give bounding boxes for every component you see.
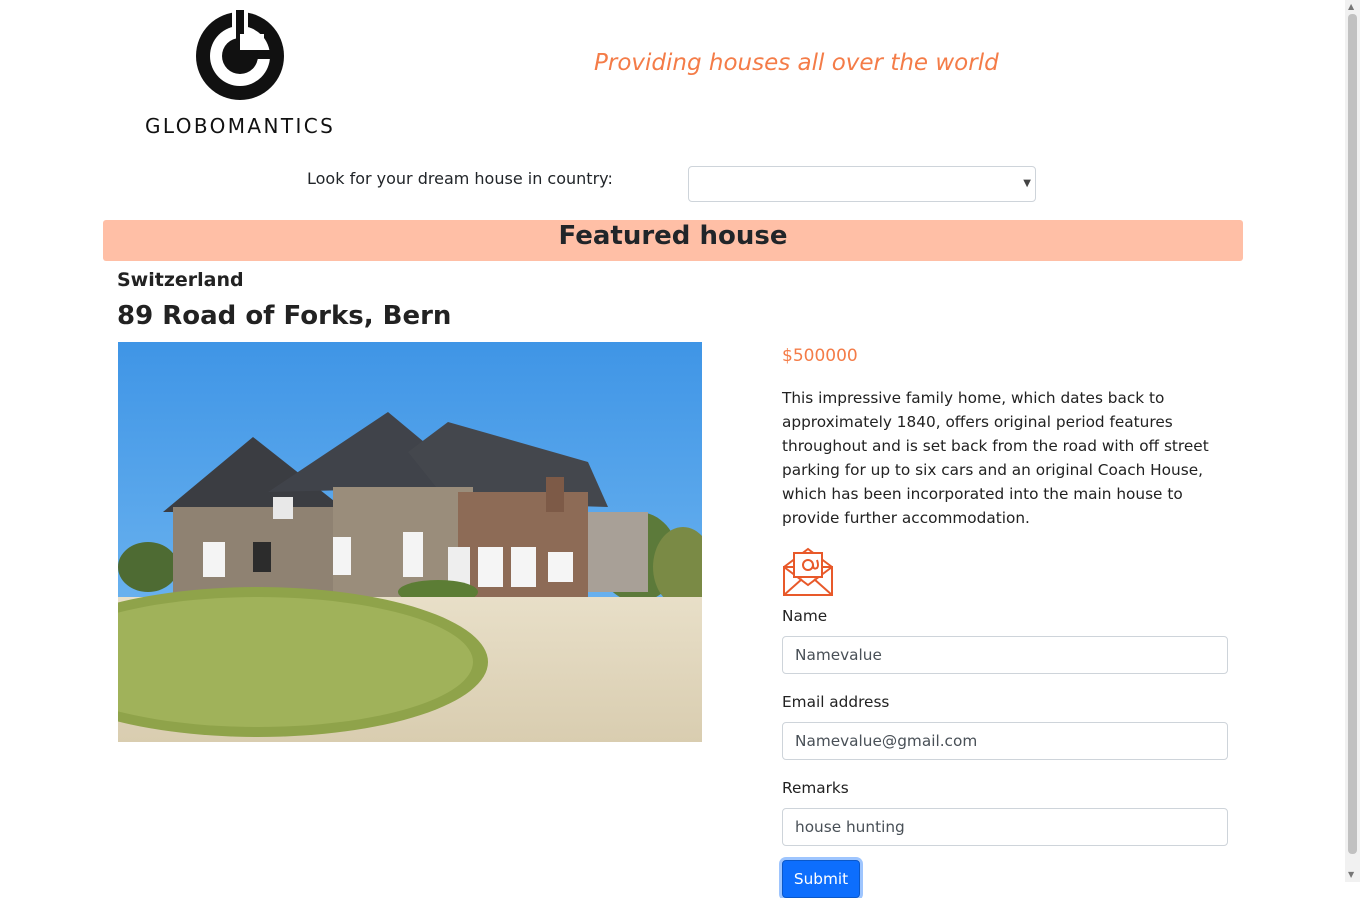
- house-address: 89 Road of Forks, Bern: [117, 301, 452, 331]
- g-logo-icon: [196, 10, 284, 100]
- country-search-label: Look for your dream house in country:: [307, 169, 613, 188]
- email-label: Email address: [782, 693, 890, 711]
- name-input[interactable]: Namevalue: [782, 636, 1228, 674]
- house-photo: [118, 342, 702, 742]
- house-description: This impressive family home, which dates…: [782, 389, 1209, 527]
- scroll-up-icon[interactable]: ▲: [1348, 2, 1354, 11]
- country-select[interactable]: ▼: [688, 166, 1036, 202]
- featured-title: Featured house: [558, 221, 788, 251]
- submit-button[interactable]: Submit: [782, 860, 860, 898]
- featured-banner: Featured house: [103, 220, 1243, 261]
- brand-name: GLOBOMANTICS: [145, 114, 336, 138]
- page-scrollbar[interactable]: ▲ ▼: [1345, 0, 1360, 882]
- house-country: Switzerland: [117, 269, 244, 291]
- scroll-down-icon[interactable]: ▼: [1348, 870, 1354, 879]
- envelope-at-icon: [782, 545, 834, 597]
- tagline: Providing houses all over the world: [594, 50, 999, 76]
- email-input[interactable]: Namevalue@gmail.com: [782, 722, 1228, 760]
- remarks-label: Remarks: [782, 779, 849, 797]
- remarks-input[interactable]: house hunting: [782, 808, 1228, 846]
- house-price: $500000: [782, 346, 858, 366]
- globomantics-logo: GLOBOMANTICS: [145, 10, 340, 140]
- chevron-down-icon: ▼: [1023, 178, 1031, 189]
- scrollbar-thumb[interactable]: [1348, 14, 1357, 854]
- name-label: Name: [782, 607, 828, 625]
